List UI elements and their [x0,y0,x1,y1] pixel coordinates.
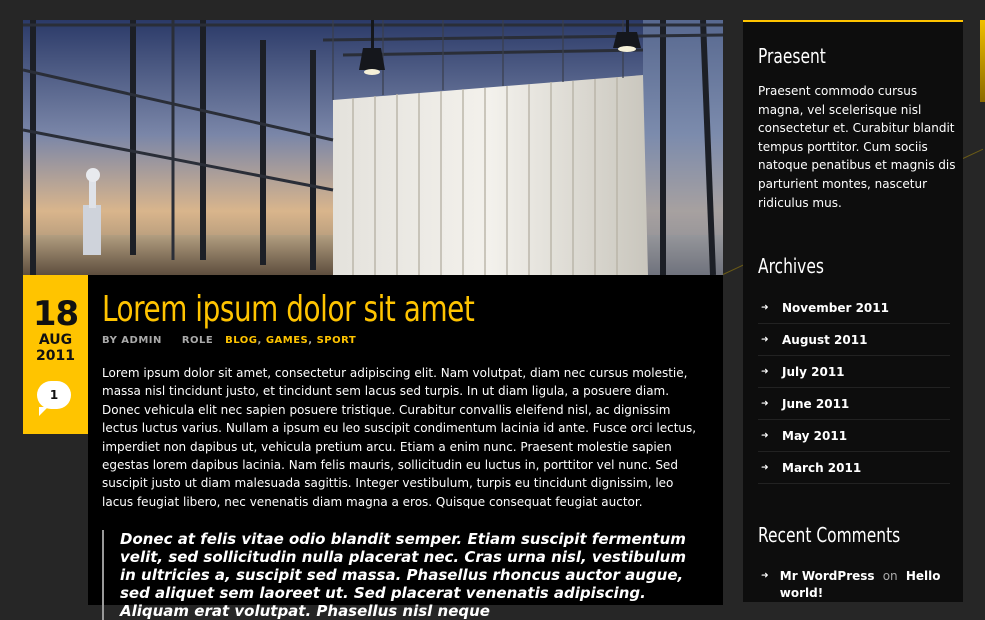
comment-bubble-icon[interactable]: 1 [37,381,71,416]
archive-item-march-2011[interactable]: ➜ March 2011 [758,452,950,484]
archive-item-label: November 2011 [782,300,889,315]
widget-title-archives: Archives [758,254,824,278]
arrow-right-icon: ➜ [761,571,769,581]
arrow-right-icon: ➜ [761,366,769,377]
arrow-right-icon: ➜ [761,430,769,441]
post-date-year: 2011 [36,348,75,364]
archives-list: ➜ November 2011 ➜ August 2011 ➜ July 2011 ➜… [758,292,950,484]
post-meta: BY ADMIN ROLE BLOG, GAMES, SPORT [102,335,356,346]
post-role-label: ROLE [181,335,214,346]
post-author[interactable]: BY ADMIN [102,335,162,346]
archive-item-label: March 2011 [782,460,862,475]
archive-item-label: May 2011 [782,428,848,443]
recent-comment-item: ➜ Mr WordPress on Hello world! [758,568,950,602]
post-title[interactable]: Lorem ipsum dolor sit amet [102,289,475,330]
archive-item-label: August 2011 [782,332,868,347]
archive-item-label: July 2011 [782,364,845,379]
archive-item-may-2011[interactable]: ➜ May 2011 [758,420,950,452]
arrow-right-icon: ➜ [761,398,769,409]
archive-item-november-2011[interactable]: ➜ November 2011 [758,292,950,324]
comment-count: 1 [49,388,59,402]
category-link-blog[interactable]: BLOG [225,335,257,346]
widget-title-recent-comments: Recent Comments [758,523,901,547]
category-link-games[interactable]: GAMES [266,335,308,346]
archive-item-label: June 2011 [782,396,850,411]
post-blockquote: Donec at felis vitae odio blandit semper… [102,530,705,620]
arrow-right-icon: ➜ [761,302,769,313]
archive-item-june-2011[interactable]: ➜ June 2011 [758,388,950,420]
post-date-badge: 18 AUG 2011 1 [23,275,88,434]
post-body-text: Lorem ipsum dolor sit amet, consectetur … [102,366,697,509]
post-date-month: AUG [38,332,73,348]
sidebar: Praesent Praesent commodo cursus magna, … [743,20,963,602]
widget-text-praesent: Praesent commodo cursus magna, vel scele… [758,84,956,210]
archive-item-july-2011[interactable]: ➜ July 2011 [758,356,950,388]
post-featured-image [23,20,723,275]
arrow-right-icon: ➜ [761,334,769,345]
post-content: Lorem ipsum dolor sit amet BY ADMIN ROLE… [88,275,723,620]
recent-comment-on-label: on [882,569,898,583]
widget-title-praesent: Praesent [758,44,826,68]
post-date-day: 18 [32,294,79,334]
category-link-sport[interactable]: SPORT [317,335,357,346]
page-edge-tab [980,20,985,102]
category-separator: , [257,335,262,346]
recent-comment-author[interactable]: Mr WordPress [780,569,875,583]
archive-item-august-2011[interactable]: ➜ August 2011 [758,324,950,356]
arrow-right-icon: ➜ [761,462,769,473]
category-separator: , [308,335,313,346]
background-accent-line [962,148,984,159]
